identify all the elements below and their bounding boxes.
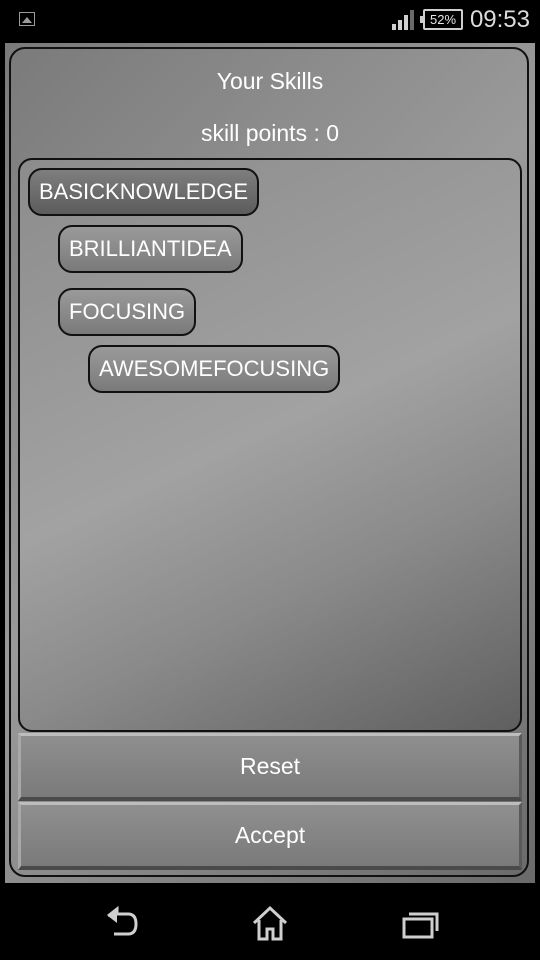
battery-percent: 52%	[429, 12, 457, 27]
skill-tree-area: BASICKNOWLEDGE BRILLIANTIDEA FOCUSING AW…	[18, 158, 522, 732]
back-icon[interactable]	[100, 903, 140, 943]
accept-button[interactable]: Accept	[18, 802, 522, 870]
status-bar: 52% 09:53	[0, 0, 540, 40]
navigation-bar	[0, 883, 540, 960]
reset-button[interactable]: Reset	[18, 733, 522, 801]
image-notification-icon	[19, 12, 35, 26]
page-title: Your Skills	[216, 68, 324, 94]
signal-strength-icon	[392, 10, 414, 30]
recent-apps-icon[interactable]	[400, 903, 440, 943]
skill-awesomefocusing-button[interactable]: AWESOMEFOCUSING	[88, 345, 341, 393]
status-clock: 09:53	[469, 6, 530, 33]
skill-points-label: skill points : 0	[200, 120, 340, 146]
battery-icon: 52%	[420, 9, 463, 30]
skill-focusing-button[interactable]: FOCUSING	[58, 288, 197, 336]
skill-basicknowledge-button[interactable]: BASICKNOWLEDGE	[28, 168, 260, 216]
skill-brilliantidea-button[interactable]: BRILLIANTIDEA	[58, 225, 243, 273]
home-icon[interactable]	[250, 903, 290, 943]
